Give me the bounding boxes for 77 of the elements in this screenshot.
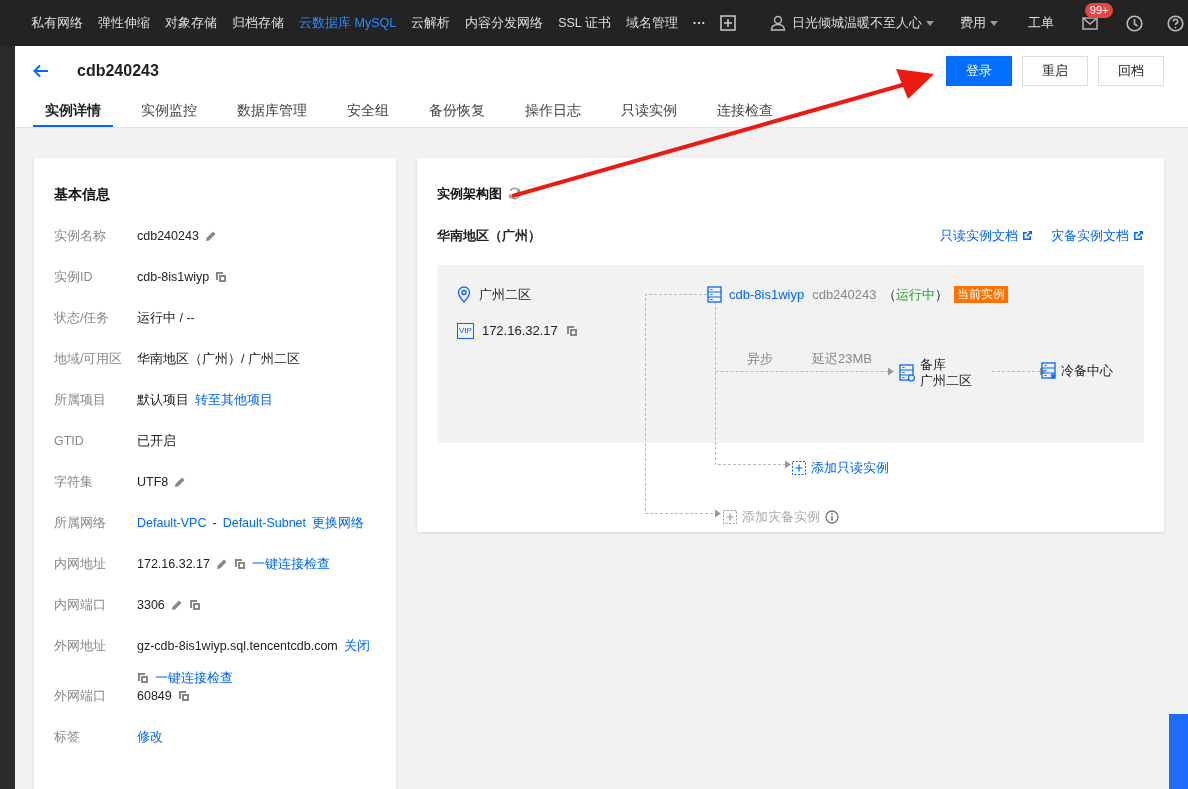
nav-item[interactable]: 云数据库 MySQL	[299, 13, 397, 33]
field-label: GTID	[54, 433, 85, 450]
link[interactable]: 关闭	[343, 637, 370, 655]
link[interactable]: Default-VPC	[137, 514, 207, 532]
link[interactable]: 一键连接检查	[252, 555, 330, 573]
field-value: 默认项目	[137, 392, 189, 409]
field-value: 运行中 / --	[137, 310, 195, 327]
field-value: 172.16.32.17	[137, 556, 210, 573]
instance-id-link[interactable]: cdb-8is1wiyp	[729, 285, 805, 305]
replica-title: 备库	[920, 357, 947, 373]
current-instance-tag: 当前实例	[953, 286, 1008, 304]
field-label: 实例名称	[54, 228, 107, 245]
field-value: 3306	[137, 597, 165, 614]
delay-label: 延迟23MB	[812, 350, 872, 368]
add-instance-link[interactable]: 添加只读实例	[811, 458, 889, 478]
nav-item[interactable]: 归档存储	[232, 13, 284, 33]
nav-item[interactable]: SSL 证书	[558, 13, 611, 33]
link[interactable]: 转至其他项目	[195, 391, 273, 409]
tab[interactable]: 数据库管理	[225, 95, 319, 127]
billing-menu[interactable]: 费用	[959, 13, 986, 33]
page-title: cdb240243	[77, 60, 160, 81]
doc-link[interactable]: 只读实例文档	[940, 225, 1018, 245]
field-label: 外网地址	[54, 638, 107, 655]
field-value: gz-cdb-8is1wiyp.sql.tencentcdb.com	[137, 638, 338, 655]
field-label: 标签	[54, 729, 81, 746]
instance-status: （运行中）	[882, 286, 948, 304]
zone-label: 广州二区	[479, 286, 531, 304]
vip-icon: VIP	[457, 322, 474, 339]
link[interactable]: 一键连接检查	[155, 669, 233, 687]
field-value: 已开启	[137, 433, 176, 450]
field-label: 地域/可用区	[54, 351, 124, 368]
field-label: 所属项目	[54, 392, 107, 409]
field-label: 字符集	[54, 474, 94, 491]
field-label: 实例ID	[54, 269, 94, 286]
field-label: 外网端口	[54, 688, 107, 705]
link[interactable]: 更换网络	[312, 514, 365, 532]
tab[interactable]: 连接检查	[705, 95, 785, 127]
doc-link[interactable]: 灾备实例文档	[1051, 225, 1129, 245]
notification-badge: 99+	[1084, 2, 1114, 18]
tab[interactable]: 安全组	[335, 95, 401, 127]
action-button[interactable]: 重启	[1022, 55, 1088, 86]
card-title: 基本信息	[54, 185, 111, 204]
nav-item[interactable]: 对象存储	[165, 13, 217, 33]
field-value: 华南地区（广州）/ 广州二区	[137, 351, 300, 368]
tab[interactable]: 实例监控	[129, 95, 209, 127]
field-label: 所属网络	[54, 515, 107, 532]
instance-name: cdb240243	[812, 286, 877, 304]
link[interactable]: Default-Subnet	[222, 514, 307, 532]
tab[interactable]: 只读实例	[609, 95, 689, 127]
action-button[interactable]: 登录	[946, 55, 1012, 86]
field-label: 内网端口	[54, 597, 107, 614]
field-value: UTF8	[137, 474, 169, 491]
nav-item[interactable]: 私有网络	[31, 13, 83, 33]
tab[interactable]: 实例详情	[33, 95, 113, 127]
user-menu[interactable]: 日光倾城温暖不至人心	[791, 13, 922, 33]
link[interactable]: 修改	[137, 728, 163, 746]
field-value: cdb240243	[137, 228, 199, 245]
field-value: cdb-8is1wiyp	[137, 269, 210, 286]
field-label: 状态/任务	[54, 310, 111, 327]
replica-zone: 广州二区	[920, 373, 972, 389]
more-button[interactable]: ···	[692, 13, 706, 33]
field-value: 60849	[137, 688, 172, 705]
nav-item[interactable]: 云解析	[411, 13, 451, 33]
card-title: 实例架构图	[437, 185, 502, 203]
nav-item[interactable]: 弹性伸缩	[98, 13, 150, 33]
action-button[interactable]: 回档	[1098, 55, 1164, 86]
nav-item[interactable]: 域名管理	[625, 13, 678, 33]
sync-mode-label: 异步	[747, 350, 773, 368]
tab[interactable]: 备份恢复	[417, 95, 497, 127]
field-label: 内网地址	[54, 556, 107, 573]
ip-address: 172.16.32.17	[481, 322, 558, 340]
cold-backup-label: 冷备中心	[1061, 362, 1113, 380]
field-value: -	[212, 515, 217, 532]
tab[interactable]: 操作日志	[513, 95, 593, 127]
region-title: 华南地区（广州）	[437, 226, 541, 245]
nav-item[interactable]: 内容分发网络	[465, 13, 544, 33]
ticket-link[interactable]: 工单	[1027, 13, 1054, 33]
